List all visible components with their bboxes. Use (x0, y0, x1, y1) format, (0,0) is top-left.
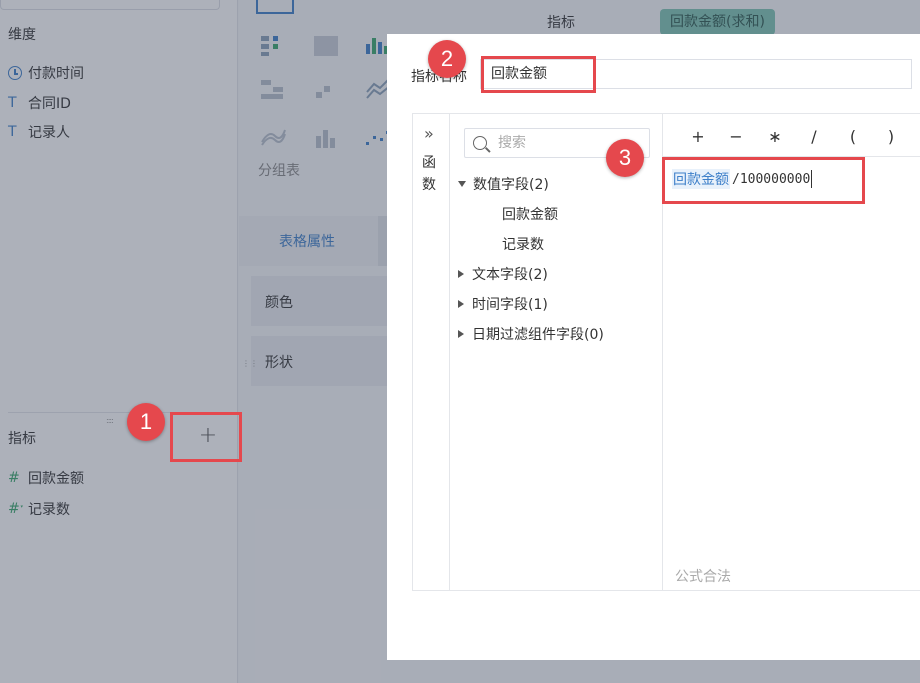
operator-divide-button[interactable]: / (807, 127, 821, 146)
caret-right-icon (458, 330, 464, 338)
tree-group-label: 日期过滤组件字段(0) (472, 327, 604, 343)
annotation-badge-2: 2 (428, 40, 466, 78)
formula-status: 公式合法 (675, 569, 731, 585)
annotation-badge-3: 3 (606, 139, 644, 177)
tree-group-label: 文本字段(2) (472, 267, 548, 283)
annotation-box-1 (170, 412, 242, 462)
tree-group-text[interactable]: 文本字段(2) (456, 264, 548, 284)
operator-plus-button[interactable]: + (691, 127, 705, 146)
annotation-box-3 (662, 157, 865, 204)
caret-down-icon (458, 181, 466, 187)
tree-group-time[interactable]: 时间字段(1) (456, 294, 548, 314)
operator-close-paren-button[interactable]: ) (884, 127, 898, 146)
annotation-badge-1: 1 (127, 403, 165, 441)
expand-chevron-icon[interactable]: » (424, 124, 434, 143)
caret-right-icon (458, 270, 464, 278)
tree-leaf-payment-amount[interactable]: 回款金额 (502, 204, 558, 224)
search-icon (473, 136, 487, 150)
function-toggle-label[interactable]: 函数 (421, 152, 437, 196)
tree-group-label: 数值字段(2) (473, 177, 549, 193)
operator-minus-button[interactable]: − (729, 127, 743, 146)
operator-multiply-button[interactable]: ∗ (768, 127, 782, 146)
operator-open-paren-button[interactable]: ( (846, 127, 860, 146)
tree-group-date-filter[interactable]: 日期过滤组件字段(0) (456, 324, 604, 344)
caret-right-icon (458, 300, 464, 308)
tree-group-label: 时间字段(1) (472, 297, 548, 313)
annotation-box-2 (481, 56, 596, 93)
tree-group-numeric[interactable]: 数值字段(2) (458, 174, 549, 194)
tree-leaf-record-count[interactable]: 记录数 (502, 234, 544, 254)
